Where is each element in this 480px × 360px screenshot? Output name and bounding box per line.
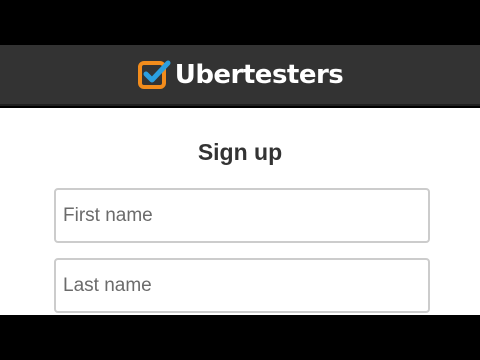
- screen: Ubertesters Sign up: [0, 0, 480, 360]
- brand-name: Ubertesters: [174, 60, 344, 90]
- checkbox-check-icon: [137, 60, 171, 89]
- signup-form: Sign up: [0, 108, 480, 315]
- page-title: Sign up: [197, 139, 283, 165]
- first-name-field[interactable]: [54, 188, 430, 243]
- letterbox-bottom: [0, 315, 480, 360]
- last-name-field[interactable]: [54, 258, 430, 313]
- app-header: Ubertesters: [0, 45, 480, 106]
- brand-logo[interactable]: Ubertesters: [137, 58, 344, 92]
- letterbox-top: [0, 0, 480, 45]
